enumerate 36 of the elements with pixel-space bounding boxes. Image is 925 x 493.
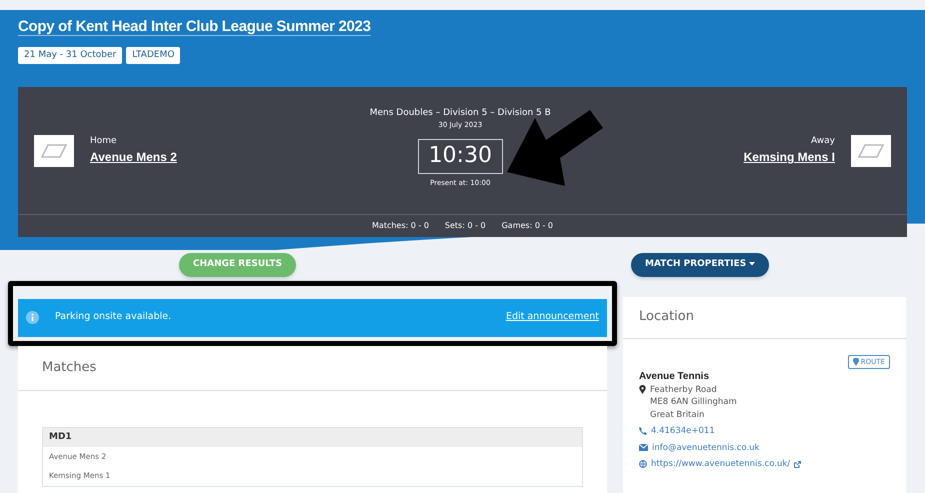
address-line: Featherby Road: [650, 384, 718, 396]
globe-icon: [639, 460, 647, 468]
match-time: 10:30: [418, 138, 503, 174]
phone-icon: [639, 426, 647, 435]
tag: 21 May - 31 October: [18, 46, 122, 64]
edit-announcement-link[interactable]: Edit announcement: [506, 310, 599, 325]
score-total: Matches: 0 - 0: [372, 220, 429, 232]
score-total: Sets: 0 - 0: [444, 220, 486, 232]
envelope-icon: [639, 444, 648, 451]
card-title: Location: [639, 308, 694, 326]
match-properties-button[interactable]: MATCH PROPERTIES: [631, 253, 770, 276]
phone-link[interactable]: 4.41634e+011: [651, 424, 715, 438]
team-link[interactable]: Kemsing Mens I: [744, 148, 835, 166]
team-side-label: Away: [810, 134, 835, 148]
venue-name: Avenue Tennis: [639, 370, 710, 384]
tag: LTADEMO: [126, 46, 180, 64]
change-results-button[interactable]: CHANGE RESULTS: [178, 253, 296, 276]
caret-icon: [749, 262, 756, 266]
map-pin-icon: [639, 385, 646, 394]
address-line: Great Britain: [650, 408, 706, 421]
team-link[interactable]: Avenue Mens 2: [90, 148, 177, 166]
email-link[interactable]: info@avenuetennis.co.uk: [652, 442, 760, 454]
page-title[interactable]: Copy of Kent Head Inter Club League Summer 2023: [18, 16, 371, 38]
announcement-text: Parking onsite available.: [55, 310, 172, 324]
division-name: Mens Doubles – Division 5 – Division 5 B: [370, 106, 551, 120]
external-link-icon: [794, 460, 802, 468]
club-logo: [34, 134, 74, 166]
team-side-label: Home: [90, 134, 118, 148]
club-logo: [850, 134, 891, 166]
info-icon: [26, 311, 39, 324]
card-title: Matches: [42, 358, 96, 377]
website-link[interactable]: https://www.avenuetennis.co.uk/: [651, 458, 790, 472]
match-code: MD1: [43, 428, 582, 447]
address-line: ME8 6AN Gillingham: [650, 396, 737, 409]
score-total: Games: 0 - 0: [502, 220, 553, 232]
map-pin-icon: [852, 358, 859, 366]
